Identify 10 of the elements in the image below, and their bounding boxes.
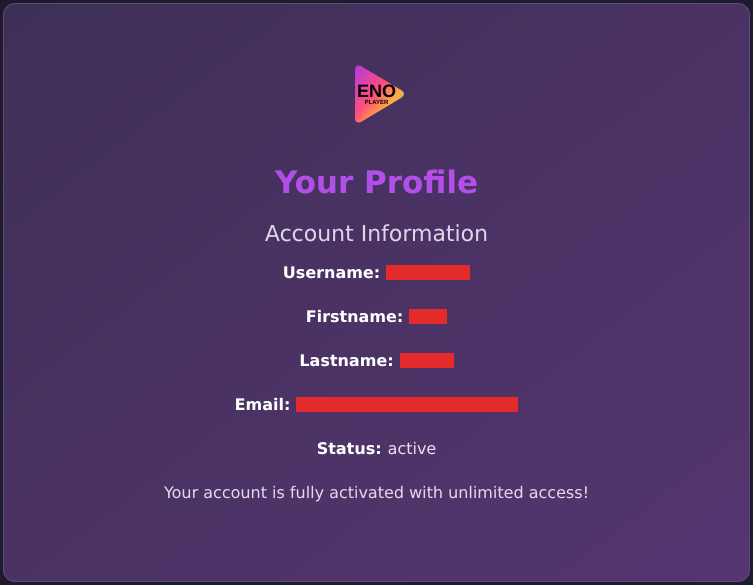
page-title: Your Profile [275,164,478,203]
field-label: Email: [234,394,290,416]
status-message: Your account is fully activated with unlimited access! [164,482,590,504]
field-label: Lastname: [299,350,394,372]
field-label: Username: [282,262,380,284]
field-value: active [388,438,436,460]
section-title: Account Information [264,220,488,248]
field-label: Status: [316,438,382,460]
field-label: Firstname: [306,306,404,328]
logo-wordmark: ENO [356,82,396,100]
